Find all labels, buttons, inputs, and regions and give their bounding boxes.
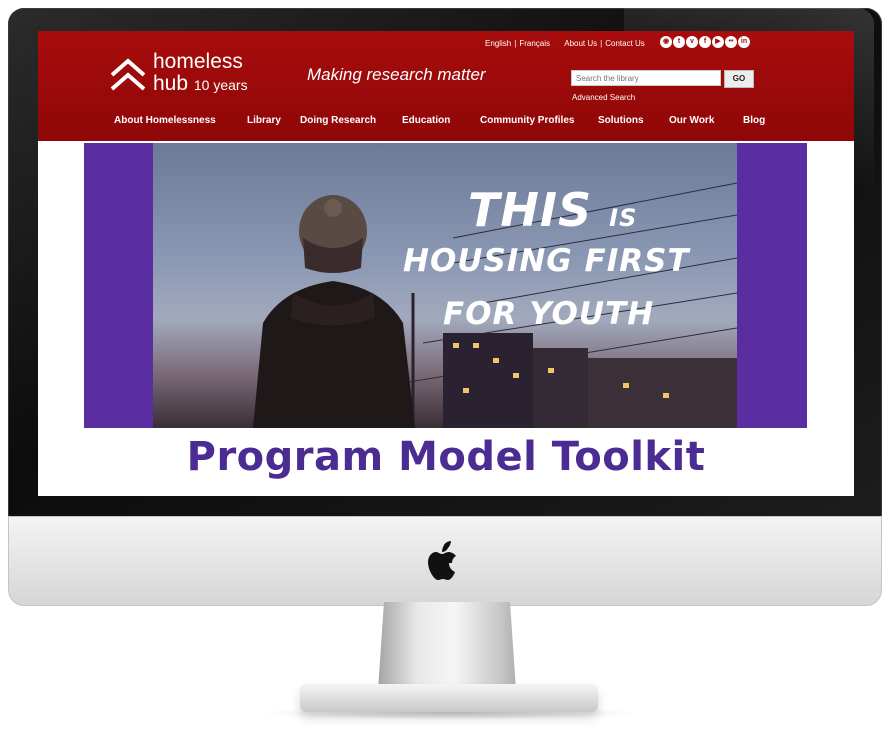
imac-stand [378, 602, 516, 690]
library-search-input[interactable] [571, 70, 721, 86]
linkedin-icon[interactable]: in [738, 36, 750, 48]
banner-headline-line1: THIS IS [468, 183, 637, 237]
apple-logo-icon [428, 541, 456, 580]
nav-our-work[interactable]: Our Work [669, 115, 714, 126]
vimeo-icon[interactable]: v [686, 36, 698, 48]
nav-community-profiles[interactable]: Community Profiles [480, 115, 574, 126]
facebook-icon[interactable]: f [699, 36, 711, 48]
headline-is: IS [609, 204, 638, 232]
nav-library[interactable]: Library [247, 115, 281, 126]
imac-stand-foot [300, 684, 598, 712]
site-tagline: Making research matter [307, 65, 486, 84]
site-header: homeless hub 10 years Making research ma… [38, 31, 854, 141]
search-go-button[interactable]: GO [724, 70, 754, 88]
site-logo[interactable]: homeless hub 10 years [108, 51, 258, 101]
nav-blog[interactable]: Blog [743, 115, 765, 126]
banner-photo: THIS IS HOUSING FIRST FOR YOUTH [153, 143, 737, 428]
flickr-icon[interactable]: •• [725, 36, 737, 48]
about-us-link[interactable]: About Us [564, 39, 597, 48]
main-nav: About Homelessness Library Doing Researc… [38, 115, 854, 135]
twitter-icon[interactable]: t [673, 36, 685, 48]
nav-solutions[interactable]: Solutions [598, 115, 644, 126]
nav-education[interactable]: Education [402, 115, 450, 126]
logo-anniversary: 10 years [193, 77, 248, 93]
logo-name-2: hub [153, 72, 189, 95]
top-links: English | Français About Us | Contact Us [485, 39, 645, 48]
nav-about-homelessness[interactable]: About Homelessness [114, 115, 216, 126]
hero-banner[interactable]: THIS IS HOUSING FIRST FOR YOUTH [84, 143, 807, 428]
page-title: Program Model Toolkit [186, 434, 706, 480]
contact-us-link[interactable]: Contact Us [605, 39, 645, 48]
youtube-icon[interactable]: ▶ [712, 36, 724, 48]
social-links: ◉ t v f ▶ •• in [660, 36, 751, 50]
banner-headline-line3: FOR YOUTH [443, 296, 655, 332]
rss-icon[interactable]: ◉ [660, 36, 672, 48]
headline-this: THIS [468, 183, 593, 237]
screen: homeless hub 10 years Making research ma… [38, 31, 854, 496]
chevron-up-logo-icon [110, 58, 146, 91]
divider: | [600, 39, 603, 48]
language-francais-link[interactable]: Français [519, 39, 550, 48]
logo-name: homeless [153, 50, 243, 73]
city-silhouette-illustration [253, 182, 737, 428]
nav-doing-research[interactable]: Doing Research [300, 115, 376, 126]
advanced-search-link[interactable]: Advanced Search [572, 93, 635, 102]
banner-headline-line2: HOUSING FIRST [403, 243, 690, 279]
divider: | [514, 39, 517, 48]
language-english-link[interactable]: English [485, 39, 511, 48]
logo-wordmark: homeless hub 10 years [153, 51, 248, 96]
